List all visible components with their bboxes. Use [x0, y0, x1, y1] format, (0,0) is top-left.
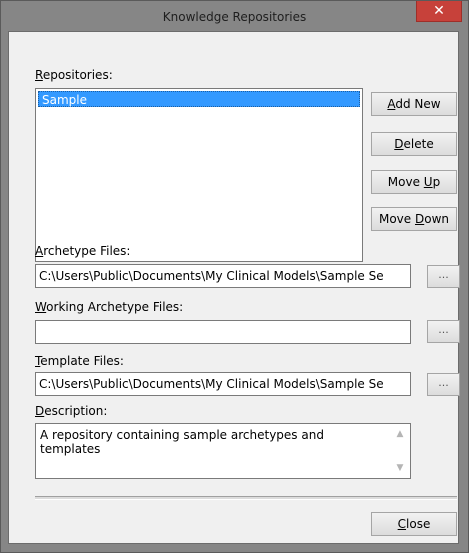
archetype-files-label: Archetype Files: — [35, 244, 130, 258]
archetype-files-input[interactable]: C:\Users\Public\Documents\My Clinical Mo… — [35, 264, 411, 288]
repositories-list[interactable]: Sample — [35, 88, 363, 262]
window-title: Knowledge Repositories — [162, 10, 307, 24]
move-down-button[interactable]: Move Down — [371, 207, 457, 231]
working-archetype-files-browse-button[interactable]: ... — [427, 320, 460, 343]
close-icon: ✕ — [433, 3, 445, 19]
working-archetype-files-accel: W — [35, 300, 47, 314]
footer-separator — [35, 496, 457, 500]
dialog-client-area: Repositories: Sample Add New Delete Move… — [8, 31, 460, 544]
move-up-pre: Move — [387, 175, 424, 189]
description-textarea[interactable]: A repository containing sample archetype… — [35, 423, 411, 479]
repositories-label: Repositories: — [35, 68, 113, 82]
close-accel: C — [397, 517, 407, 531]
template-files-label: Template Files: — [35, 354, 124, 368]
close-button[interactable]: Close — [371, 512, 457, 536]
working-archetype-files-label: Working Archetype Files: — [35, 300, 183, 314]
add-new-button[interactable]: Add New — [371, 92, 457, 116]
add-new-post: dd New — [395, 97, 441, 111]
description-label-text: escription: — [44, 404, 108, 418]
close-post: lose — [406, 517, 431, 531]
move-down-post: own — [424, 212, 449, 226]
delete-post: elete — [403, 137, 434, 151]
knowledge-repositories-dialog: Knowledge Repositories ✕ Repositories: S… — [0, 0, 469, 553]
repository-item-sample[interactable]: Sample — [38, 91, 360, 107]
delete-accel: D — [394, 137, 404, 151]
archetype-files-browse-button[interactable]: ... — [427, 265, 460, 288]
template-files-label-text: emplate Files: — [40, 354, 124, 368]
move-down-accel: D — [414, 212, 425, 226]
description-accel: D — [35, 404, 45, 418]
move-up-button[interactable]: Move Up — [371, 170, 457, 194]
working-archetype-files-label-text: orking Archetype Files: — [46, 300, 184, 314]
move-up-accel: U — [423, 175, 433, 189]
working-archetype-files-input[interactable] — [35, 320, 411, 344]
archetype-files-accel: A — [35, 244, 44, 258]
move-up-post: p — [432, 175, 441, 189]
repositories-label-accel: R — [35, 68, 43, 82]
scroll-down-icon[interactable]: ▼ — [393, 461, 407, 475]
description-text: A repository containing sample archetype… — [40, 428, 324, 456]
description-label: Description: — [35, 404, 107, 418]
archetype-files-label-text: rchetype Files: — [43, 244, 131, 258]
title-bar[interactable]: Knowledge Repositories ✕ — [1, 1, 468, 31]
scroll-up-icon[interactable]: ▲ — [393, 427, 407, 441]
template-files-browse-button[interactable]: ... — [427, 373, 460, 396]
repository-item-label: Sample — [42, 93, 87, 107]
template-files-input[interactable]: C:\Users\Public\Documents\My Clinical Mo… — [35, 372, 411, 396]
move-down-pre: Move — [378, 212, 415, 226]
repositories-label-text: epositories: — [42, 68, 113, 82]
window-close-button[interactable]: ✕ — [416, 1, 462, 22]
delete-button[interactable]: Delete — [371, 132, 457, 156]
